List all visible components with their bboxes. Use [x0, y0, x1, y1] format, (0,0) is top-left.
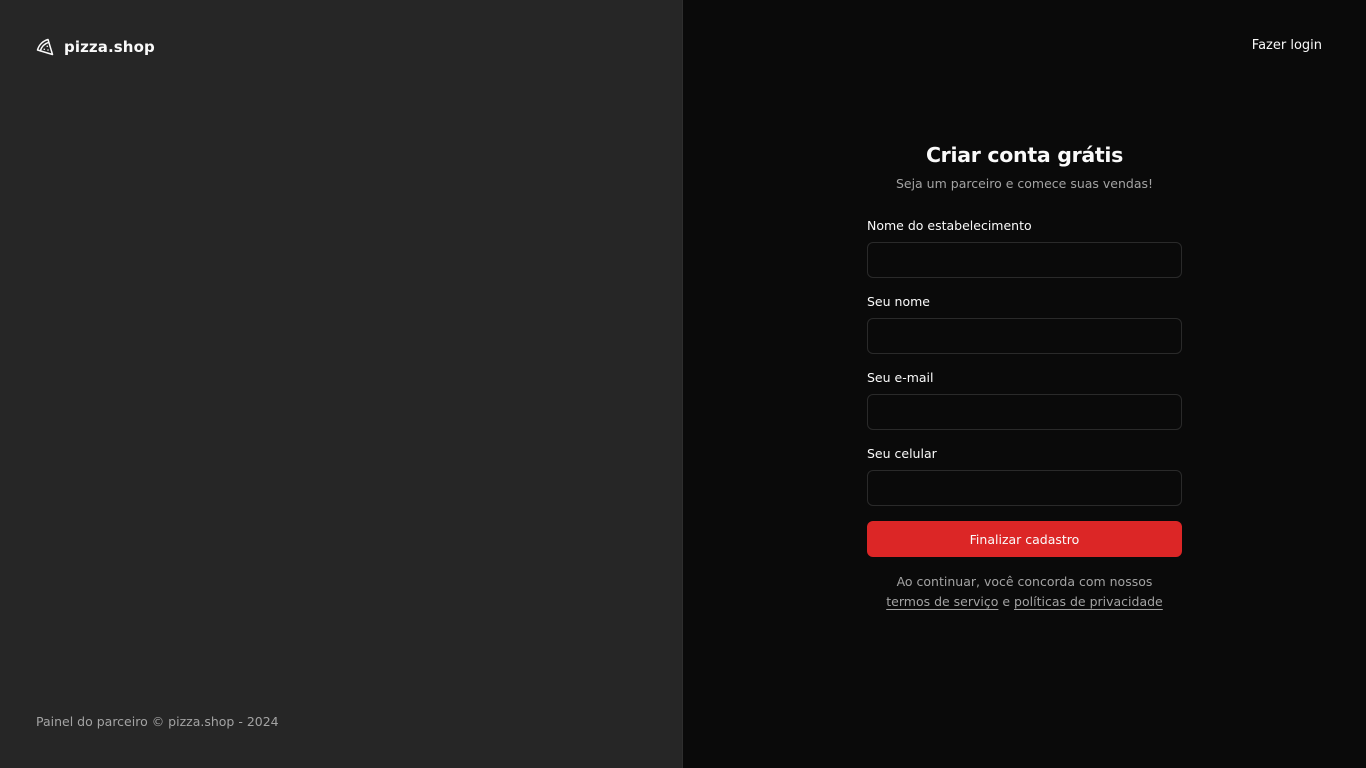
establishment-name-input[interactable] — [867, 242, 1182, 278]
field-establishment-name: Nome do estabelecimento — [867, 218, 1182, 278]
brand-name: pizza.shop — [64, 38, 155, 56]
phone-label: Seu celular — [867, 446, 937, 461]
auth-layout: pizza.shop Painel do parceiro © pizza.sh… — [0, 0, 1366, 768]
field-manager-name: Seu nome — [867, 294, 1182, 354]
field-email: Seu e-mail — [867, 370, 1182, 430]
page-title: Criar conta grátis — [925, 143, 1124, 167]
email-label: Seu e-mail — [867, 370, 934, 385]
terms-joiner: e — [998, 594, 1015, 609]
footer-copyright: Painel do parceiro © pizza.shop - 2024 — [36, 714, 279, 729]
terms-prefix: Ao continuar, você concorda com nossos — [896, 574, 1153, 589]
field-phone: Seu celular — [867, 446, 1182, 506]
signup-form: Nome do estabelecimento Seu nome Seu e-m… — [867, 218, 1182, 557]
email-input[interactable] — [867, 394, 1182, 430]
pizza-slice-icon — [36, 38, 54, 56]
brand-panel: pizza.shop Painel do parceiro © pizza.sh… — [0, 0, 683, 768]
page-subtitle: Seja um parceiro e comece suas vendas! — [895, 176, 1154, 191]
brand: pizza.shop — [36, 38, 155, 56]
terms-of-service-link[interactable]: termos de serviço — [886, 594, 998, 609]
signup-container: Criar conta grátis Seja um parceiro e co… — [867, 143, 1182, 612]
phone-input[interactable] — [867, 470, 1182, 506]
signup-panel: Fazer login Criar conta grátis Seja um p… — [683, 0, 1366, 768]
manager-name-label: Seu nome — [867, 294, 930, 309]
establishment-name-label: Nome do estabelecimento — [867, 218, 1032, 233]
privacy-policy-link[interactable]: políticas de privacidade — [1014, 594, 1163, 609]
manager-name-input[interactable] — [867, 318, 1182, 354]
finish-signup-button[interactable]: Finalizar cadastro — [867, 521, 1182, 557]
login-link[interactable]: Fazer login — [1252, 38, 1322, 53]
terms-notice: Ao continuar, você concorda com nossos t… — [867, 572, 1182, 612]
